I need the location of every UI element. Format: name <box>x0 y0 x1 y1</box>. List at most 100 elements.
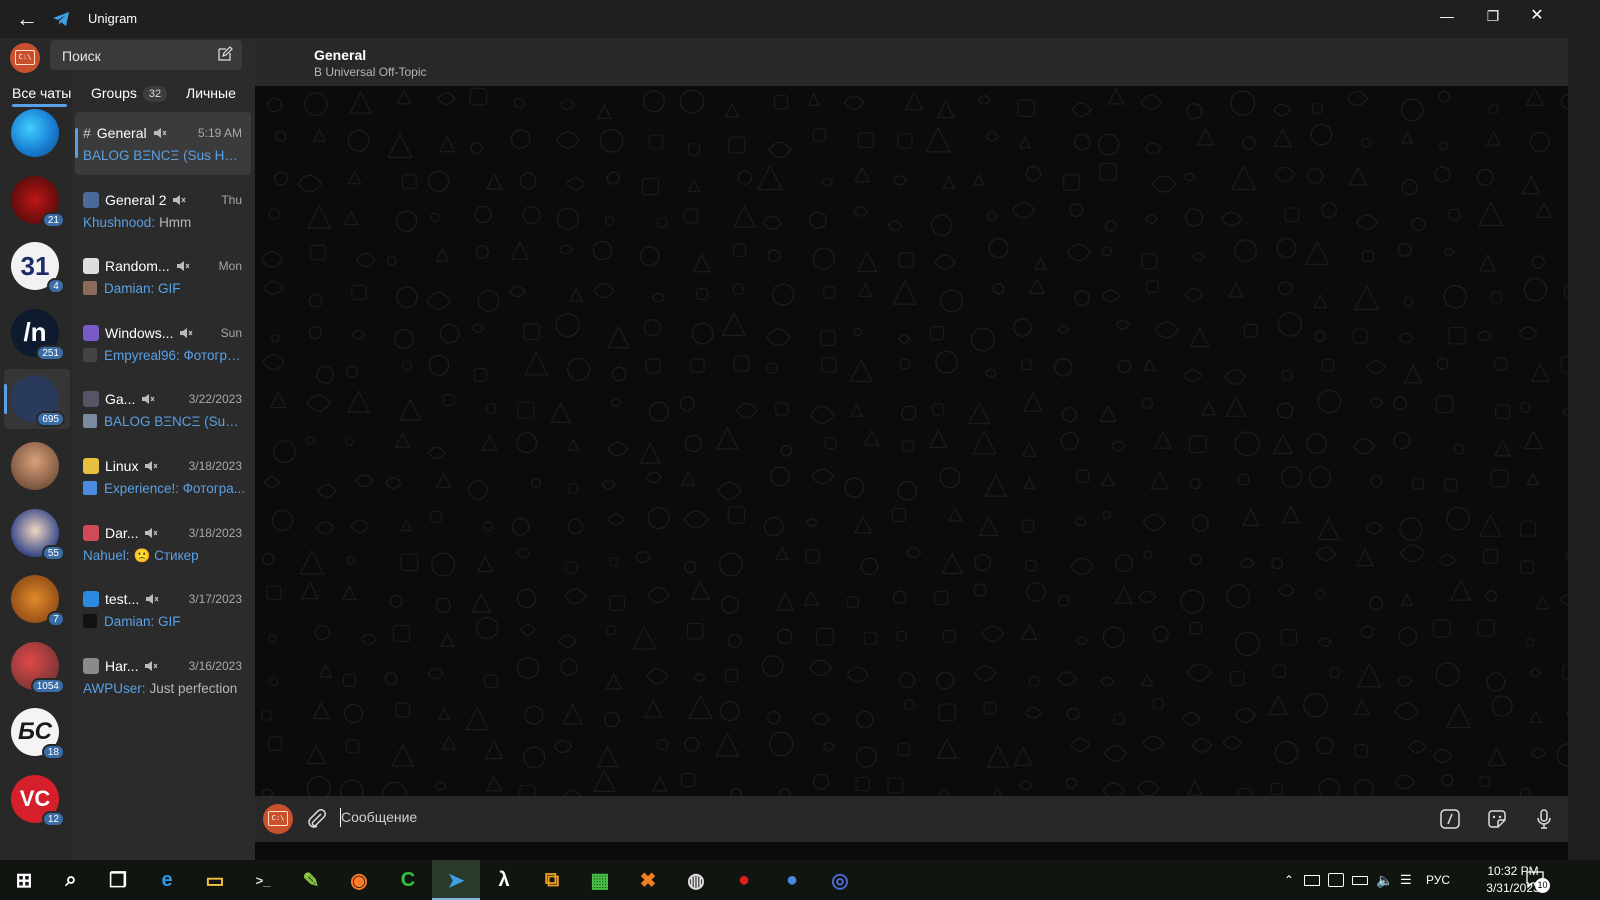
chat-list-item[interactable]: Linux 3/18/2023 Experience!: Фотогра... <box>75 445 251 508</box>
chat-item-time: Thu <box>221 192 242 207</box>
chat-item-title: General <box>96 125 147 141</box>
folder-avatar-phone[interactable]: 1054 <box>11 641 65 694</box>
folder-avatar-test[interactable]: 21 <box>11 175 65 228</box>
close-button[interactable]: ✕ <box>1514 0 1560 32</box>
chat-item-time: 3/17/2023 <box>188 592 242 607</box>
search-input[interactable]: Поиск <box>62 48 101 64</box>
muted-icon <box>180 327 193 338</box>
chat-item-preview: BALOG BΞNCΞ (Sus H... <box>83 414 245 429</box>
taskbar-telegram-icon[interactable]: ➤ <box>432 860 480 900</box>
window-edge <box>1568 38 1600 860</box>
preview-message: Hmm <box>159 214 192 230</box>
chat-item-title: Windows... <box>105 324 174 341</box>
taskbar-lambda-icon[interactable]: λ <box>480 860 528 900</box>
folder-avatar-bs[interactable]: БС 18 <box>11 708 65 761</box>
minimize-button[interactable]: — <box>1424 0 1470 32</box>
chat-list-item[interactable]: Har... 3/16/2023 AWPUser: Just perfection <box>75 645 251 708</box>
chat-list-item[interactable]: General 2 Thu Khushnood: Hmm <box>75 179 251 242</box>
start-glyph: ⊞ <box>15 869 33 892</box>
hashtag-icon: # <box>83 125 91 141</box>
chat-list-item[interactable]: Ga... 3/22/2023 BALOG BΞNCΞ (Sus H... <box>75 378 251 441</box>
taskbar-camtasia-icon[interactable]: C <box>384 860 432 900</box>
selected-folder-indicator <box>4 384 7 415</box>
back-arrow-icon[interactable]: ← <box>14 7 40 31</box>
taskbar-firefox-icon[interactable]: ◉ <box>335 860 383 900</box>
taskbar-malware-icon[interactable]: ▦ <box>576 860 624 900</box>
notification-center-icon[interactable]: 10 <box>1524 868 1550 893</box>
folder-avatar-anime[interactable]: 55 <box>11 508 65 561</box>
taskbar-task-view-icon[interactable]: ❐ <box>94 860 142 900</box>
taskbar-globe-icon[interactable]: ◎ <box>816 860 864 900</box>
terminal-icon: C:\ <box>15 50 35 65</box>
telegram-glyph: ➤ <box>447 869 465 892</box>
battery-icon[interactable] <box>1352 875 1368 885</box>
unread-badge: 695 <box>36 411 65 428</box>
muted-icon <box>145 527 158 538</box>
media-thumbnail <box>83 481 97 495</box>
tab-personal[interactable]: Личные <box>186 85 236 101</box>
preview-sender: Experience!: Фотогра... <box>104 481 245 496</box>
taskbar-crossout-icon[interactable]: ✖ <box>624 860 672 900</box>
folder-avatar-edge[interactable] <box>11 109 61 159</box>
show-hidden-icons-chevron-icon[interactable]: ⌃ <box>1280 873 1298 887</box>
taskbar-explorer-icon[interactable]: ▭ <box>191 860 239 900</box>
folder-avatar-vc[interactable]: VC 12 <box>11 775 65 827</box>
taskbar-start-icon[interactable]: ⊞ <box>0 860 48 900</box>
globe-glyph: ◎ <box>831 869 849 892</box>
folder-avatar-31[interactable]: 31 4 <box>11 242 65 295</box>
compose-icon[interactable] <box>217 46 233 62</box>
media-thumbnail <box>83 614 97 629</box>
folder-avatar-ga[interactable]: 695 <box>11 375 65 428</box>
taskbar-search-icon[interactable]: ⌕ <box>47 860 95 900</box>
folder-avatar-lion[interactable]: 7 <box>11 575 65 628</box>
chat-item-title: test... <box>105 591 140 608</box>
chat-list-item[interactable]: Random... Mon Damian: GIF <box>75 245 251 308</box>
app-title: Unigram <box>88 11 138 26</box>
folder-avatar-n[interactable]: /n 251 <box>11 308 65 361</box>
unread-badge: 12 <box>41 811 65 827</box>
volume-icon[interactable]: 🔈 <box>1376 872 1393 889</box>
record-glyph: ● <box>737 868 751 891</box>
tab-all-chats[interactable]: Все чаты <box>12 85 71 101</box>
message-input[interactable]: Сообщение <box>341 809 417 825</box>
preview-sender: Khushnood: <box>83 214 156 230</box>
chat-list-item[interactable]: test... 3/17/2023 Damian: GIF <box>75 578 251 641</box>
display-icon[interactable] <box>1304 874 1320 886</box>
taskbar-terminal-icon[interactable]: >_ <box>239 860 287 900</box>
topic-icon <box>83 524 99 541</box>
muted-icon <box>153 128 167 138</box>
attach-icon[interactable] <box>306 808 328 830</box>
search-box[interactable]: Поиск <box>50 40 242 70</box>
folder-avatar-face[interactable] <box>11 442 61 492</box>
wifi-icon[interactable]: ☰ <box>1400 872 1414 888</box>
main-menu-avatar[interactable]: C:\ <box>10 43 40 73</box>
chat-glyph: ● <box>785 868 799 891</box>
chat-item-preview: BALOG BΞNCΞ (Sus Hari... <box>83 148 245 163</box>
taskbar-chat-icon[interactable]: ● <box>768 860 816 900</box>
send-as-avatar[interactable]: C:\ <box>263 804 293 834</box>
chat-item-preview: Nahuel: 🙁 Стикер <box>83 548 245 564</box>
media-thumbnail <box>83 281 97 296</box>
chat-header[interactable]: General В Universal Off-Topic <box>255 38 1568 86</box>
restore-button[interactable]: ❐ <box>1470 0 1516 32</box>
avatar <box>11 442 59 490</box>
microphone-icon[interactable] <box>1533 808 1555 830</box>
security-icon[interactable] <box>1328 873 1344 887</box>
chat-item-title-row: # General <box>83 125 167 141</box>
language-indicator[interactable]: РУС <box>1426 873 1450 887</box>
taskbar-edge-icon[interactable]: e <box>143 860 191 900</box>
camtasia-glyph: C <box>400 868 416 891</box>
chat-list-item[interactable]: Dar... 3/18/2023 Nahuel: 🙁 Стикер <box>75 512 251 575</box>
taskbar-steam-icon[interactable]: ◍ <box>672 860 720 900</box>
chat-list-item[interactable]: Windows... Sun Empyreal96: Фотогра... <box>75 312 251 375</box>
chat-list-item[interactable]: # General 5:19 AM BALOG BΞNCΞ (Sus Hari... <box>75 112 251 175</box>
taskbar-notepad-icon[interactable]: ✎ <box>287 860 335 900</box>
sticker-icon[interactable] <box>1486 808 1508 830</box>
tab-groups[interactable]: Groups 32 <box>91 85 168 102</box>
taskbar-copy-icon[interactable]: ⧉ <box>528 860 576 900</box>
chat-item-time: 3/16/2023 <box>188 658 242 673</box>
preview-sender: Empyreal96: Фотогра... <box>104 347 245 363</box>
steam-glyph: ◍ <box>687 869 705 892</box>
commands-icon[interactable] <box>1439 808 1461 830</box>
taskbar-record-icon[interactable]: ● <box>720 860 768 900</box>
